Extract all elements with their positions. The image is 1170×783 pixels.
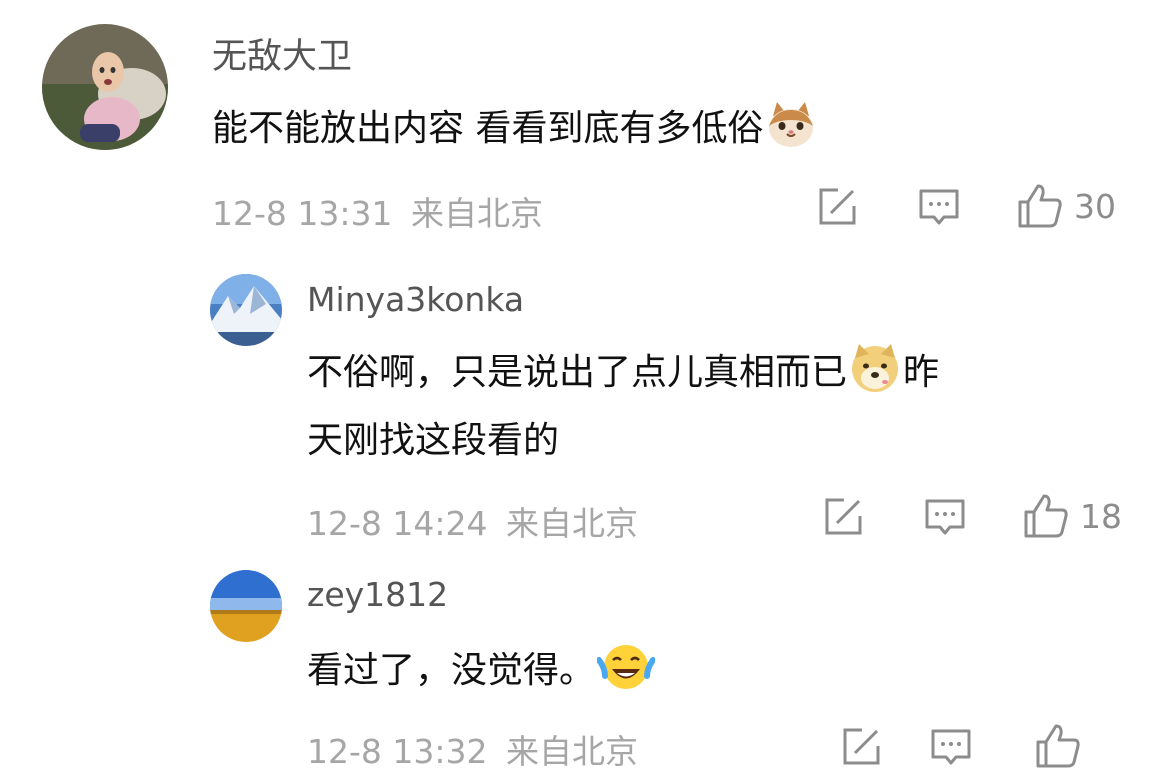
comment-text: 看过了，没觉得。 — [307, 640, 657, 709]
username[interactable]: Minya3konka — [307, 280, 524, 319]
doge-emoji-icon — [849, 342, 901, 411]
comment-text-content: 看过了，没觉得。 — [307, 650, 596, 691]
timestamp: 12-8 13:31 — [212, 194, 393, 233]
share-edit-icon — [825, 498, 862, 535]
location: 来自北京 — [506, 732, 638, 771]
timestamp: 12-8 13:32 — [307, 732, 488, 771]
comment-text-content: 能不能放出内容 看看到底有多低俗 — [212, 108, 764, 149]
comment-meta: 12-8 14:24 来自北京 — [307, 497, 638, 545]
cat-face-emoji-icon — [765, 98, 817, 167]
comment-icon — [931, 729, 971, 765]
comment-meta: 12-8 13:32 来自北京 — [307, 725, 638, 773]
thumbs-up-icon — [1036, 724, 1080, 768]
like-button[interactable] — [1034, 722, 1082, 770]
location: 来自北京 — [506, 504, 638, 543]
comment-text-content: 不俗啊，只是说出了点儿真相而已 — [307, 352, 848, 393]
share-button[interactable] — [822, 496, 864, 538]
avatar[interactable] — [210, 570, 282, 642]
username[interactable]: 无敌大卫 — [212, 28, 352, 79]
like-count: 18 — [1080, 496, 1122, 536]
share-button[interactable] — [840, 726, 882, 768]
laughing-tears-emoji-icon — [596, 640, 657, 709]
comment-line: 不俗啊，只是说出了点儿真相而已 昨 — [307, 342, 1127, 411]
comment-line: 天刚找这段看的 — [307, 419, 560, 461]
reply-button[interactable] — [924, 496, 966, 538]
share-edit-icon — [819, 188, 856, 225]
comment-meta: 12-8 13:31 来自北京 — [212, 187, 543, 235]
share-button[interactable] — [816, 186, 858, 228]
thumbs-up-icon — [1024, 494, 1068, 538]
avatar[interactable] — [210, 274, 282, 346]
timestamp: 12-8 14:24 — [307, 504, 488, 543]
username[interactable]: zey1812 — [307, 575, 448, 614]
thumbs-up-icon — [1018, 184, 1062, 228]
comment-text-content: 昨 — [903, 352, 940, 393]
comment-icon — [919, 189, 959, 225]
share-edit-icon — [843, 728, 880, 765]
comment-text: 不俗啊，只是说出了点儿真相而已 昨 天刚找这段看的 — [307, 342, 1127, 469]
like-count: 30 — [1074, 186, 1116, 226]
avatar[interactable] — [42, 24, 168, 150]
like-button[interactable]: 30 — [1016, 182, 1116, 230]
location: 来自北京 — [411, 194, 543, 233]
reply-button[interactable] — [918, 186, 960, 228]
reply-button[interactable] — [930, 726, 972, 768]
like-button[interactable]: 18 — [1022, 492, 1122, 540]
comment-text: 能不能放出内容 看看到底有多低俗 — [212, 98, 819, 167]
comment-icon — [925, 499, 965, 535]
